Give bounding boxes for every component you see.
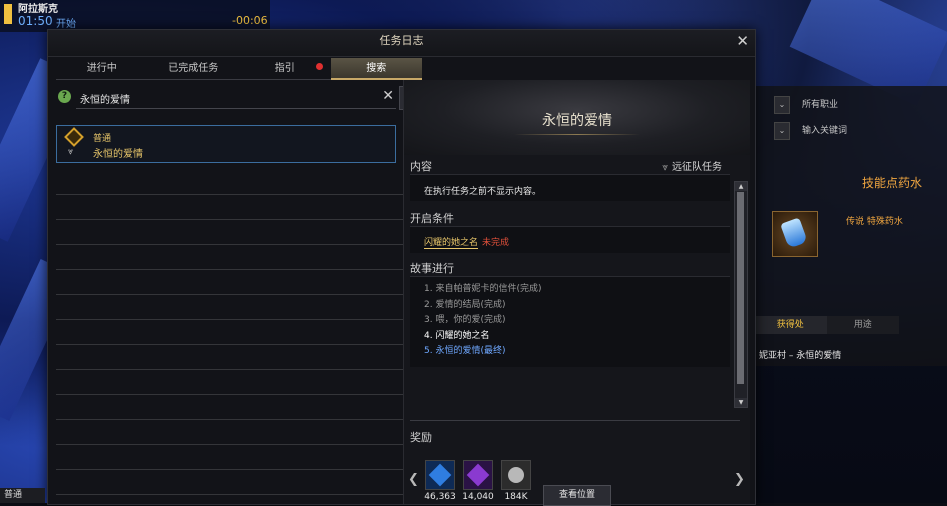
help-icon[interactable]: ? xyxy=(58,90,71,103)
close-icon[interactable]: ✕ xyxy=(736,32,749,50)
timer-bar xyxy=(4,4,12,24)
clear-icon[interactable]: ✕ xyxy=(382,88,394,104)
reward-item[interactable]: 46,363 xyxy=(423,460,457,502)
faded-background-list xyxy=(56,170,416,500)
expedition-icon: ⩔ xyxy=(662,162,668,173)
content-label: 内容 xyxy=(410,160,432,173)
chevron-down-icon[interactable]: ⌄ xyxy=(774,96,790,114)
silver-coin-icon xyxy=(501,460,531,490)
potion-icon xyxy=(772,211,818,257)
quest-name: 永恒的爱情 xyxy=(93,149,143,160)
condition-label: 开启条件 xyxy=(410,212,454,225)
tab-bar: 进行中 已完成任务 指引 搜索 xyxy=(56,58,422,80)
tab-guide[interactable]: 指引 xyxy=(239,58,331,80)
quest-title: 永恒的爱情 xyxy=(542,113,612,129)
countdown-value: -00:06 xyxy=(232,14,268,27)
search-field[interactable]: ? 永恒的爱情 ✕ xyxy=(56,87,396,109)
zone-name: 阿拉斯克 xyxy=(18,4,58,15)
condition-status: 未完成 xyxy=(482,238,510,248)
scroll-down-icon[interactable]: ▼ xyxy=(735,398,747,407)
chevron-left-icon[interactable]: ❮ xyxy=(408,472,419,487)
quest-type-label: 普通 xyxy=(93,134,112,144)
scroll-up-icon[interactable]: ▲ xyxy=(735,182,747,191)
expedition-icon: ⩔ xyxy=(68,147,74,157)
tab-guide-label: 指引 xyxy=(274,63,295,74)
story-step: 2. 爱情的结局(完成) xyxy=(424,299,506,310)
story-step-final: 5. 永恒的爱情(最终) xyxy=(424,346,506,356)
event-timer-hud: 阿拉斯克 01:50 开始 -00:06 xyxy=(0,0,270,32)
item-grade: 传说 特殊药水 xyxy=(846,217,903,227)
reward-label: 奖励 xyxy=(410,431,432,444)
story-step-current: 4. 闪耀的她之名 xyxy=(424,330,490,341)
detail-scrollbar[interactable]: ▲ ▼ xyxy=(734,181,748,408)
scroll-thumb[interactable] xyxy=(737,192,744,384)
tab-search[interactable]: 搜索 xyxy=(330,58,422,80)
background-item-window: ⌄ 所有职业 ⌄ 输入关键词 技能点药水 传说 特殊药水 获得处 用途 妮亚村 … xyxy=(754,86,947,366)
quest-journal-window: 任务日志 ✕ 进行中 已完成任务 指引 搜索 ? 永恒的爱情 ✕ ⩔ 普通 永恒… xyxy=(47,29,756,506)
reward-item[interactable]: 184K xyxy=(499,460,533,502)
class-filter-select[interactable]: 所有职业 xyxy=(802,96,947,114)
chevron-right-icon[interactable]: ❯ xyxy=(734,472,745,487)
chat-channel-label[interactable]: 普通 xyxy=(0,488,45,503)
keyword-input[interactable]: 输入关键词 xyxy=(802,122,947,140)
timer-value: 01:50 xyxy=(18,14,53,28)
content-box: 在执行任务之前不显示内容。 xyxy=(410,174,730,201)
content-text: 在执行任务之前不显示内容。 xyxy=(424,187,542,197)
blue-crystal-icon xyxy=(425,460,455,490)
item-title: 技能点药水 xyxy=(862,176,923,190)
timer-start-label: 开始 xyxy=(56,19,76,30)
condition-box: 闪耀的她之名 未完成 xyxy=(410,226,730,253)
story-step: 3. 喂，你的爱(完成) xyxy=(424,315,506,325)
quest-banner: 永恒的爱情 xyxy=(404,80,750,155)
quest-type-icon xyxy=(64,127,84,147)
condition-quest-link[interactable]: 闪耀的她之名 xyxy=(424,238,479,249)
purple-crystal-icon xyxy=(463,460,493,490)
tab-completed[interactable]: 已完成任务 xyxy=(147,58,239,80)
window-title: 任务日志 xyxy=(48,30,755,57)
reward-item[interactable]: 14,040 xyxy=(461,460,495,502)
reward-value: 46,363 xyxy=(424,492,456,502)
tab-source[interactable]: 获得处 xyxy=(754,316,827,334)
story-step: 1. 来自帕普妮卡的信件(完成) xyxy=(424,284,542,294)
quest-detail-panel: 永恒的爱情 内容 ⩔ 远征队任务 在执行任务之前不显示内容。 开启条件 闪耀的她之… xyxy=(403,80,750,506)
notification-dot xyxy=(315,63,323,70)
story-label: 故事进行 xyxy=(410,262,454,275)
reward-value: 14,040 xyxy=(462,492,494,502)
tab-usage[interactable]: 用途 xyxy=(826,316,899,334)
story-list: 1. 来自帕普妮卡的信件(完成) 2. 爱情的结局(完成) 3. 喂，你的爱(完… xyxy=(410,276,730,367)
reward-value: 184K xyxy=(504,492,528,502)
source-location[interactable]: 妮亚村 – 永恒的爱情 xyxy=(759,348,841,361)
list-item[interactable]: ⩔ 普通 永恒的爱情 xyxy=(56,125,396,163)
tab-in-progress[interactable]: 进行中 xyxy=(56,58,148,80)
chevron-down-icon[interactable]: ⌄ xyxy=(774,122,790,140)
search-input[interactable]: 永恒的爱情 xyxy=(80,91,130,106)
expedition-tag: ⩔ 远征队任务 xyxy=(662,162,722,173)
